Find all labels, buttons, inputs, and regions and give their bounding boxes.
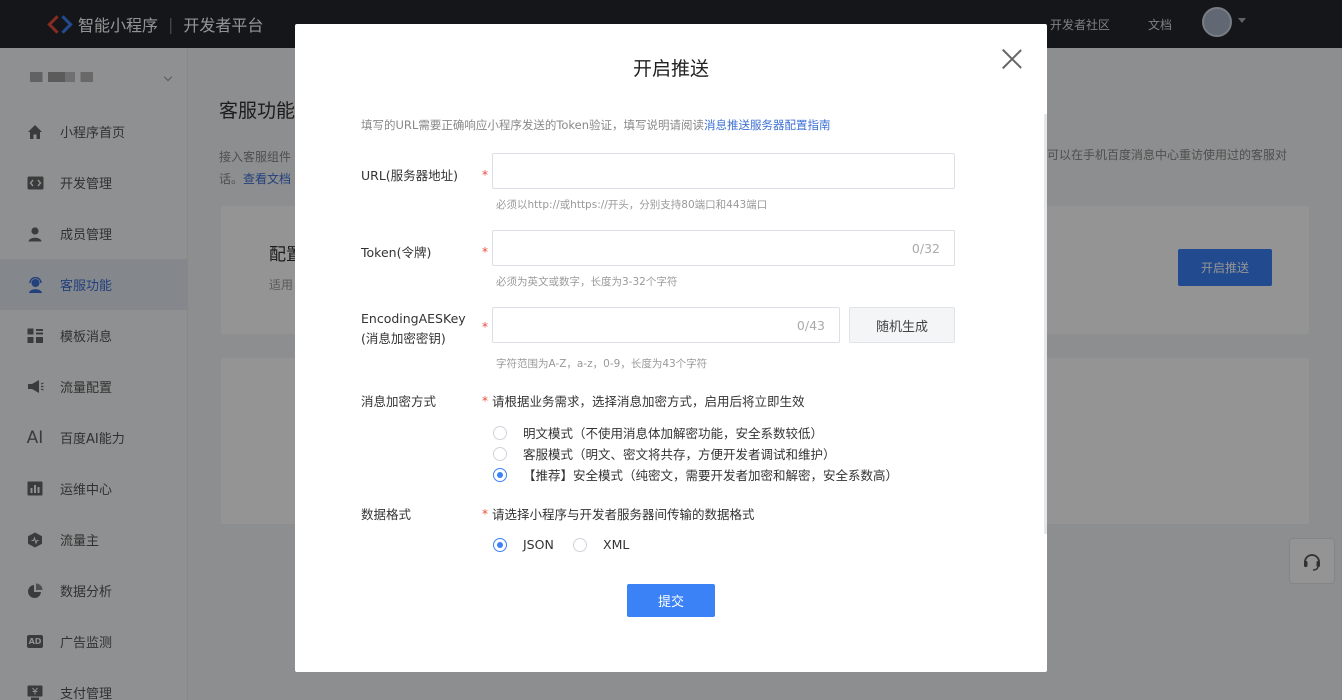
required-mark: * <box>482 320 488 334</box>
encryption-option-secure[interactable]: 【推荐】安全模式（纯密文，需要开发者加密和解密，安全系数高） <box>493 465 898 484</box>
required-mark: * <box>482 507 488 521</box>
radio-button[interactable] <box>573 537 587 552</box>
radio-button[interactable] <box>493 446 507 461</box>
radio-button[interactable] <box>493 425 507 440</box>
generate-random-button[interactable]: 随机生成 <box>849 307 955 343</box>
config-guide-link[interactable]: 消息推送服务器配置指南 <box>704 118 831 132</box>
url-hint: 必须以http://或https://开头，分别支持80端口和443端口 <box>496 199 768 211</box>
aeskey-label: EncodingAESKey <box>361 311 466 326</box>
enable-push-dialog: 开启推送 填写的URL需要正确响应小程序发送的Token验证，填写说明请阅读消息… <box>295 24 1047 672</box>
required-mark: * <box>482 394 488 408</box>
dialog-intro: 填写的URL需要正确响应小程序发送的Token验证，填写说明请阅读消息推送服务器… <box>361 117 831 133</box>
scrollbar[interactable] <box>1044 114 1047 534</box>
required-mark: * <box>482 245 488 259</box>
encryption-note: 请根据业务需求，选择消息加密方式，启用后将立即生效 <box>492 394 805 409</box>
radio-label: 明文模式（不使用消息体加解密功能，安全系数较低） <box>523 426 824 441</box>
radio-label: 【推荐】安全模式（纯密文，需要开发者加密和解密，安全系数高） <box>523 468 899 483</box>
encryption-option-compatible[interactable]: 客服模式（明文、密文将共存，方便开发者调试和维护） <box>493 444 836 463</box>
token-char-counter: 0/32 <box>911 241 940 256</box>
radio-label: XML <box>603 537 630 552</box>
encryption-option-plaintext[interactable]: 明文模式（不使用消息体加解密功能，安全系数较低） <box>493 423 823 442</box>
required-mark: * <box>482 168 488 182</box>
submit-button[interactable]: 提交 <box>627 584 715 617</box>
radio-label: JSON <box>523 537 554 552</box>
format-option-xml[interactable]: XML <box>573 537 629 552</box>
aeskey-label-cn: (消息加密密钥) <box>361 331 446 346</box>
token-input[interactable]: 0/32 <box>492 230 955 266</box>
format-label: 数据格式 <box>361 507 412 522</box>
radio-button-checked[interactable] <box>493 467 507 482</box>
format-option-json[interactable]: JSON <box>493 537 554 552</box>
dialog-title: 开启推送 <box>632 58 709 80</box>
format-note: 请选择小程序与开发者服务器间传输的数据格式 <box>492 507 755 522</box>
aeskey-hint: 字符范围为A-Z，a-z，0-9，长度为43个字符 <box>496 358 708 370</box>
aeskey-char-counter: 0/43 <box>796 318 825 333</box>
token-label: Token(令牌) <box>361 245 432 260</box>
encryption-label: 消息加密方式 <box>361 394 437 409</box>
aeskey-input[interactable]: 0/43 <box>492 307 840 343</box>
intro-text: 填写的URL需要正确响应小程序发送的Token验证，填写说明请阅读 <box>361 118 705 132</box>
token-hint: 必须为英文或数字，长度为3-32个字符 <box>496 276 678 288</box>
url-label: URL(服务器地址) <box>361 168 459 183</box>
url-input[interactable] <box>492 153 955 189</box>
radio-label: 客服模式（明文、密文将共存，方便开发者调试和维护） <box>523 447 836 462</box>
close-icon[interactable] <box>1001 48 1023 70</box>
radio-button-checked[interactable] <box>493 537 507 552</box>
